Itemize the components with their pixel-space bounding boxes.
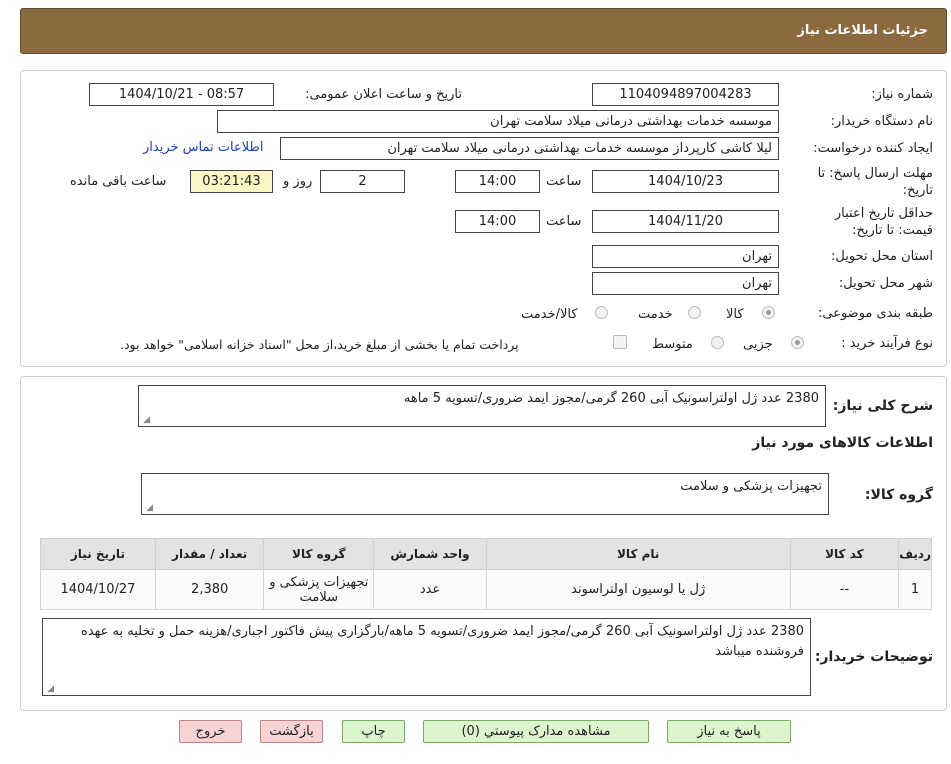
exit-button[interactable]: خروج: [179, 720, 242, 743]
buyer-notes-field: 2380 عدد ژل اولتراسونیک آبی 260 گرمی/مجو…: [42, 618, 811, 696]
col-row-number: ردیف: [898, 538, 932, 570]
province-field: تهران: [592, 245, 779, 268]
category-radio-service[interactable]: [688, 306, 701, 319]
creator-field: لیلا کاشی کارپرداز موسسه خدمات بهداشتی د…: [280, 137, 779, 160]
category-option-service: خدمت: [638, 307, 673, 322]
cell-unit: عدد: [373, 569, 487, 610]
buyer-contact-link[interactable]: اطلاعات تماس خریدار: [143, 140, 263, 155]
validity-label: حداقل تاریخ اعتبار: [834, 206, 933, 221]
goods-group-text: تجهیزات پزشکی و سلامت: [680, 479, 822, 494]
treasury-payment-checkbox[interactable]: [613, 335, 627, 349]
validity-time-label: ساعت: [546, 214, 582, 229]
deadline-time-label: ساعت: [546, 174, 582, 189]
days-label: روز و: [283, 174, 313, 189]
cell-item-code: --: [789, 569, 900, 610]
announce-label: تاریخ و ساعت اعلان عمومی:: [305, 87, 462, 102]
back-button[interactable]: بازگشت: [260, 720, 323, 743]
category-option-goods: کالا: [726, 307, 744, 322]
col-item-name: نام کالا: [485, 538, 791, 570]
cell-row-number: 1: [898, 569, 932, 610]
view-attachments-button[interactable]: مشاهده مدارک پیوستي (0): [423, 720, 649, 743]
cell-item-group: تجهیزات پزشکی و سلامت: [263, 569, 375, 610]
page-header: جزئیات اطلاعات نیاز: [20, 8, 947, 54]
table-header-row: ردیف کد کالا نام کالا واحد شمارش گروه کا…: [40, 538, 932, 570]
deadline-time-field: 14:00: [455, 170, 540, 193]
city-field: تهران: [592, 272, 779, 295]
reply-button[interactable]: پاسخ به نیاز: [667, 720, 791, 743]
deadline-date-field: 1404/10/23: [592, 170, 779, 193]
col-item-group: گروه کالا: [263, 538, 375, 570]
general-desc-field: 2380 عدد ژل اولتراسونیک آبی 260 گرمی/مجو…: [138, 385, 826, 427]
need-number-label: شماره نیاز:: [871, 87, 933, 102]
goods-group-field: تجهیزات پزشکی و سلامت ◢: [141, 473, 829, 515]
col-need-date: تاریخ نیاز: [40, 538, 156, 570]
category-option-goods-service: کالا/خدمت: [521, 307, 578, 322]
table-row: 1 -- ژل یا لوسیون اولتراسوند عدد تجهیزات…: [40, 569, 932, 610]
validity-time-field: 14:00: [455, 210, 540, 233]
general-desc-text: 2380 عدد ژل اولتراسونیک آبی 260 گرمی/مجو…: [403, 391, 819, 406]
resize-handle-icon[interactable]: ◢: [142, 416, 150, 425]
cell-item-name: ژل یا لوسیون اولتراسوند: [485, 569, 791, 610]
general-desc-label: شرح کلی نیاز:: [832, 398, 933, 414]
buyer-notes-label: توضیحات خریدار:: [814, 649, 933, 665]
print-button[interactable]: چاپ: [342, 720, 405, 743]
goods-info-title: اطلاعات کالاهای مورد نیاز: [752, 435, 933, 451]
remaining-time-field: 03:21:43: [190, 170, 273, 193]
validity-date-field: 1404/11/20: [592, 210, 779, 233]
process-option-medium: متوسط: [652, 337, 693, 352]
treasury-payment-note: پرداخت تمام یا بخشی از مبلغ خرید،از محل …: [120, 337, 519, 352]
resize-handle-icon[interactable]: ◢: [145, 504, 153, 513]
creator-label: ایجاد کننده درخواست:: [813, 141, 933, 156]
announce-field: 1404/10/21 - 08:57: [89, 83, 274, 106]
province-label: استان محل تحویل:: [831, 249, 933, 264]
buyer-notes-text: 2380 عدد ژل اولتراسونیک آبی 260 گرمی/مجو…: [81, 624, 804, 659]
col-quantity: تعداد / مقدار: [154, 538, 265, 570]
deadline-label-line2: تاریخ:: [902, 183, 933, 198]
cell-need-date: 1404/10/27: [40, 569, 156, 610]
need-number-field: 1104094897004283: [592, 83, 779, 106]
category-radio-goods[interactable]: [762, 306, 775, 319]
city-label: شهر محل تحویل:: [838, 276, 933, 291]
col-unit: واحد شمارش: [373, 538, 487, 570]
validity-label-line2: قیمت: تا تاریخ:: [852, 223, 933, 238]
col-item-code: کد کالا: [789, 538, 900, 570]
deadline-label: مهلت ارسال پاسخ: تا: [817, 166, 933, 181]
goods-group-label: گروه کالا:: [864, 487, 933, 503]
days-remaining-field: 2: [320, 170, 405, 193]
buyer-org-field: موسسه خدمات بهداشتی درمانی میلاد سلامت ت…: [217, 110, 779, 133]
process-radio-minor[interactable]: [791, 336, 804, 349]
remaining-label: ساعت باقی مانده: [70, 174, 167, 189]
process-option-minor: جزیی: [743, 337, 773, 352]
items-table: ردیف کد کالا نام کالا واحد شمارش گروه کا…: [40, 538, 932, 610]
resize-handle-icon[interactable]: ◢: [46, 685, 54, 694]
buyer-org-label: نام دستگاه خریدار:: [830, 114, 933, 129]
cell-quantity: 2,380: [154, 569, 265, 610]
category-radio-goods-service[interactable]: [595, 306, 608, 319]
category-label: طبقه بندی موضوعی:: [817, 306, 933, 321]
page-title: جزئیات اطلاعات نیاز: [797, 23, 928, 38]
process-label: نوع فرآیند خرید :: [841, 336, 933, 351]
process-radio-medium[interactable]: [711, 336, 724, 349]
